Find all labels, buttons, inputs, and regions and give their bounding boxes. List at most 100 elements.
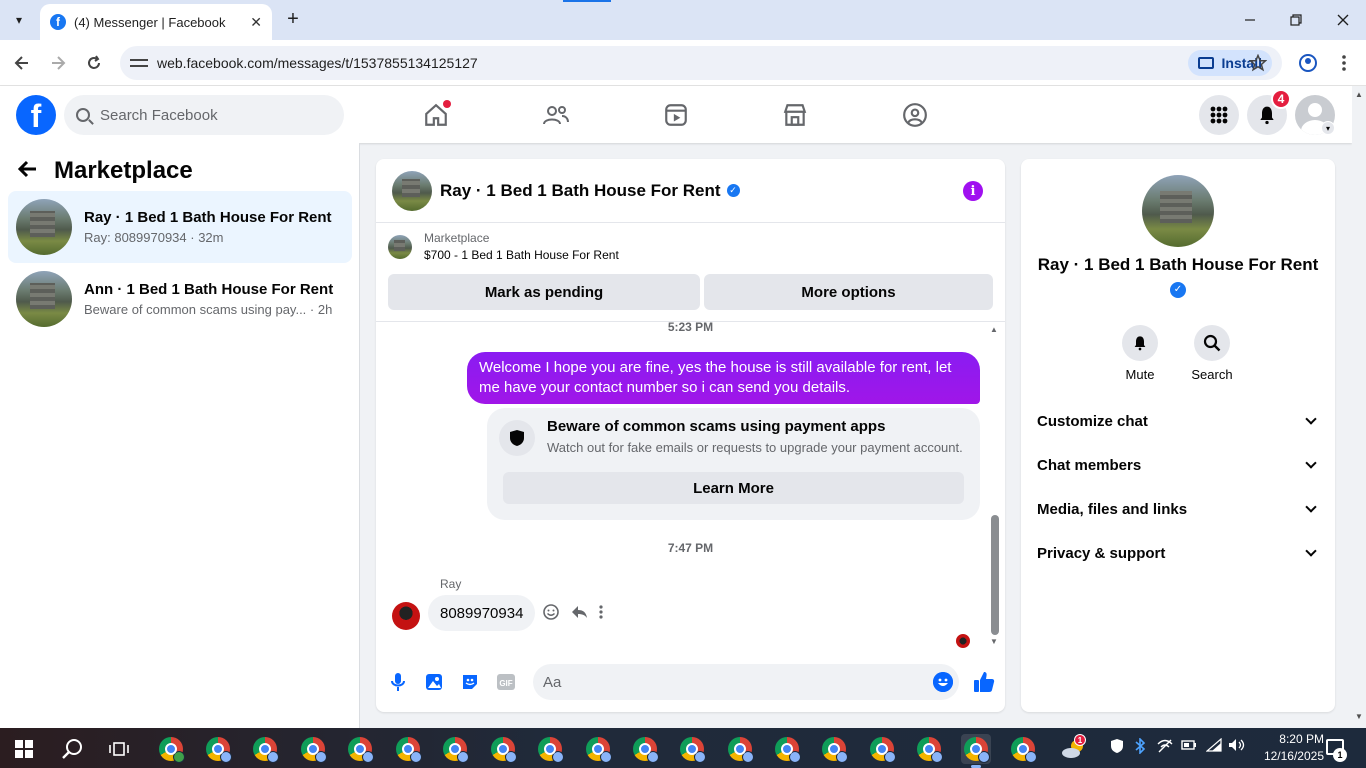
chat-members-section[interactable]: Chat members	[1037, 451, 1319, 479]
scroll-up-arrow-icon[interactable]: ▲	[990, 325, 998, 334]
incoming-message[interactable]: 8089970934	[428, 595, 536, 631]
chrome-icon[interactable]	[345, 734, 375, 764]
wifi-icon[interactable]	[1205, 737, 1222, 755]
new-tab-button[interactable]: +	[282, 8, 304, 30]
emoji-icon[interactable]	[933, 672, 953, 692]
site-settings-icon[interactable]	[130, 56, 148, 70]
chrome-icon[interactable]	[298, 734, 328, 764]
chevron-down-icon	[1305, 545, 1317, 557]
chrome-icon[interactable]	[867, 734, 897, 764]
reply-icon[interactable]	[570, 604, 588, 625]
notifications-badge: 4	[1271, 89, 1291, 109]
chat-avatar[interactable]	[392, 170, 432, 211]
video-icon[interactable]	[659, 98, 693, 132]
back-arrow-icon[interactable]	[9, 50, 35, 76]
message-input[interactable]	[533, 664, 959, 700]
browser-tab-bar: ▾ f (4) Messenger | Facebook ✕ +	[0, 0, 1366, 40]
page-scrollbar[interactable]: ▲ ▼	[1352, 86, 1366, 728]
security-shield-icon[interactable]	[1110, 738, 1124, 757]
read-receipt-avatar	[956, 634, 970, 648]
reload-icon[interactable]	[81, 50, 107, 76]
marketplace-icon[interactable]	[778, 98, 812, 132]
account-chevron-down-icon[interactable]: ▾	[1321, 121, 1335, 135]
facebook-favicon-icon: f	[50, 14, 66, 30]
close-window-button[interactable]	[1329, 6, 1357, 34]
battery-icon[interactable]	[1181, 738, 1197, 755]
task-view-icon[interactable]	[104, 734, 134, 764]
chrome-icon[interactable]	[772, 734, 802, 764]
chrome-icon[interactable]	[583, 734, 613, 764]
mark-as-pending-button[interactable]: Mark as pending	[388, 274, 700, 310]
restore-button[interactable]	[1282, 6, 1310, 34]
outgoing-message[interactable]: Welcome I hope you are fine, yes the hou…	[467, 352, 980, 404]
bookmark-star-icon[interactable]	[1245, 50, 1271, 76]
sticker-icon[interactable]	[460, 672, 480, 692]
chrome-icon[interactable]	[203, 734, 233, 764]
url-text: web.facebook.com/messages/t/153785513412…	[157, 55, 478, 71]
chat-scrollbar[interactable]	[991, 515, 999, 635]
chrome-icon[interactable]	[725, 734, 755, 764]
notification-count-badge: 1	[1333, 748, 1347, 762]
chrome-icon[interactable]	[677, 734, 707, 764]
home-icon[interactable]	[419, 98, 453, 132]
sender-avatar[interactable]	[392, 602, 420, 630]
marketplace-label: Marketplace	[424, 231, 490, 245]
learn-more-button[interactable]: Learn More	[503, 472, 964, 504]
bluetooth-icon[interactable]	[1135, 737, 1146, 757]
microphone-icon[interactable]	[388, 672, 408, 692]
mute-action[interactable]: Mute	[1110, 325, 1170, 382]
chrome-icon[interactable]	[630, 734, 660, 764]
chrome-icon-active[interactable]	[961, 734, 991, 768]
scam-warning-text: Watch out for fake emails or requests to…	[547, 440, 963, 455]
more-vertical-icon[interactable]	[598, 604, 604, 625]
taskbar-search-icon[interactable]	[57, 734, 87, 764]
friends-icon[interactable]	[539, 98, 573, 132]
browser-menu-icon[interactable]	[1331, 50, 1357, 76]
privacy-support-section[interactable]: Privacy & support	[1037, 539, 1319, 567]
gif-icon[interactable]: GIF	[496, 672, 516, 692]
groups-icon[interactable]	[898, 98, 932, 132]
forward-arrow-icon[interactable]	[45, 50, 71, 76]
tab-close-icon[interactable]: ✕	[250, 14, 262, 31]
more-options-button[interactable]: More options	[704, 274, 993, 310]
tab-messenger[interactable]: f (4) Messenger | Facebook ✕	[40, 4, 272, 40]
conversation-item[interactable]: Ray · 1 Bed 1 Bath House For Rent Ray: 8…	[8, 191, 352, 263]
chrome-icon[interactable]	[488, 734, 518, 764]
windows-start-icon[interactable]	[15, 740, 33, 758]
chrome-icon[interactable]	[914, 734, 944, 764]
facebook-search-input[interactable]: Search Facebook	[64, 95, 344, 135]
info-icon[interactable]: i	[963, 181, 983, 201]
conversation-preview: Ray: 8089970934 · 32m	[84, 230, 224, 245]
scroll-down-arrow-icon[interactable]: ▼	[1355, 712, 1363, 721]
address-bar[interactable]: web.facebook.com/messages/t/153785513412…	[120, 46, 1282, 80]
system-clock[interactable]: 8:20 PM 12/16/2025	[1254, 731, 1324, 765]
react-smiley-icon[interactable]	[542, 603, 560, 626]
weather-icon[interactable]: 1	[1058, 734, 1088, 764]
facebook-logo[interactable]: f	[16, 95, 56, 135]
photo-icon[interactable]	[424, 672, 444, 692]
tab-search-dropdown-icon[interactable]: ▾	[6, 8, 32, 32]
chrome-icon[interactable]	[1008, 734, 1038, 764]
minimize-button[interactable]	[1236, 6, 1264, 34]
chrome-icon[interactable]	[535, 734, 565, 764]
conversation-item[interactable]: Ann · 1 Bed 1 Bath House For Rent Beware…	[8, 263, 352, 335]
network-off-icon[interactable]	[1157, 738, 1173, 757]
chrome-icon[interactable]	[440, 734, 470, 764]
media-files-links-section[interactable]: Media, files and links	[1037, 495, 1319, 523]
search-action[interactable]: Search	[1182, 325, 1242, 382]
thumbs-up-icon[interactable]	[972, 670, 996, 694]
profile-icon[interactable]	[1295, 50, 1321, 76]
scroll-up-arrow-icon[interactable]: ▲	[1355, 90, 1363, 99]
volume-icon[interactable]	[1228, 738, 1246, 755]
profile-picture[interactable]	[1142, 175, 1214, 247]
back-arrow-icon[interactable]	[17, 157, 38, 185]
chrome-icon[interactable]	[156, 734, 186, 764]
scroll-down-arrow-icon[interactable]: ▼	[990, 637, 998, 646]
listing-strip[interactable]: Marketplace $700 - 1 Bed 1 Bath House Fo…	[388, 231, 619, 262]
chat-title[interactable]: Ray · 1 Bed 1 Bath House For Rent	[440, 181, 721, 201]
chrome-icon[interactable]	[393, 734, 423, 764]
customize-chat-section[interactable]: Customize chat	[1037, 407, 1319, 435]
chrome-icon[interactable]	[819, 734, 849, 764]
menu-grid-button[interactable]	[1199, 95, 1239, 135]
chrome-icon[interactable]	[250, 734, 280, 764]
